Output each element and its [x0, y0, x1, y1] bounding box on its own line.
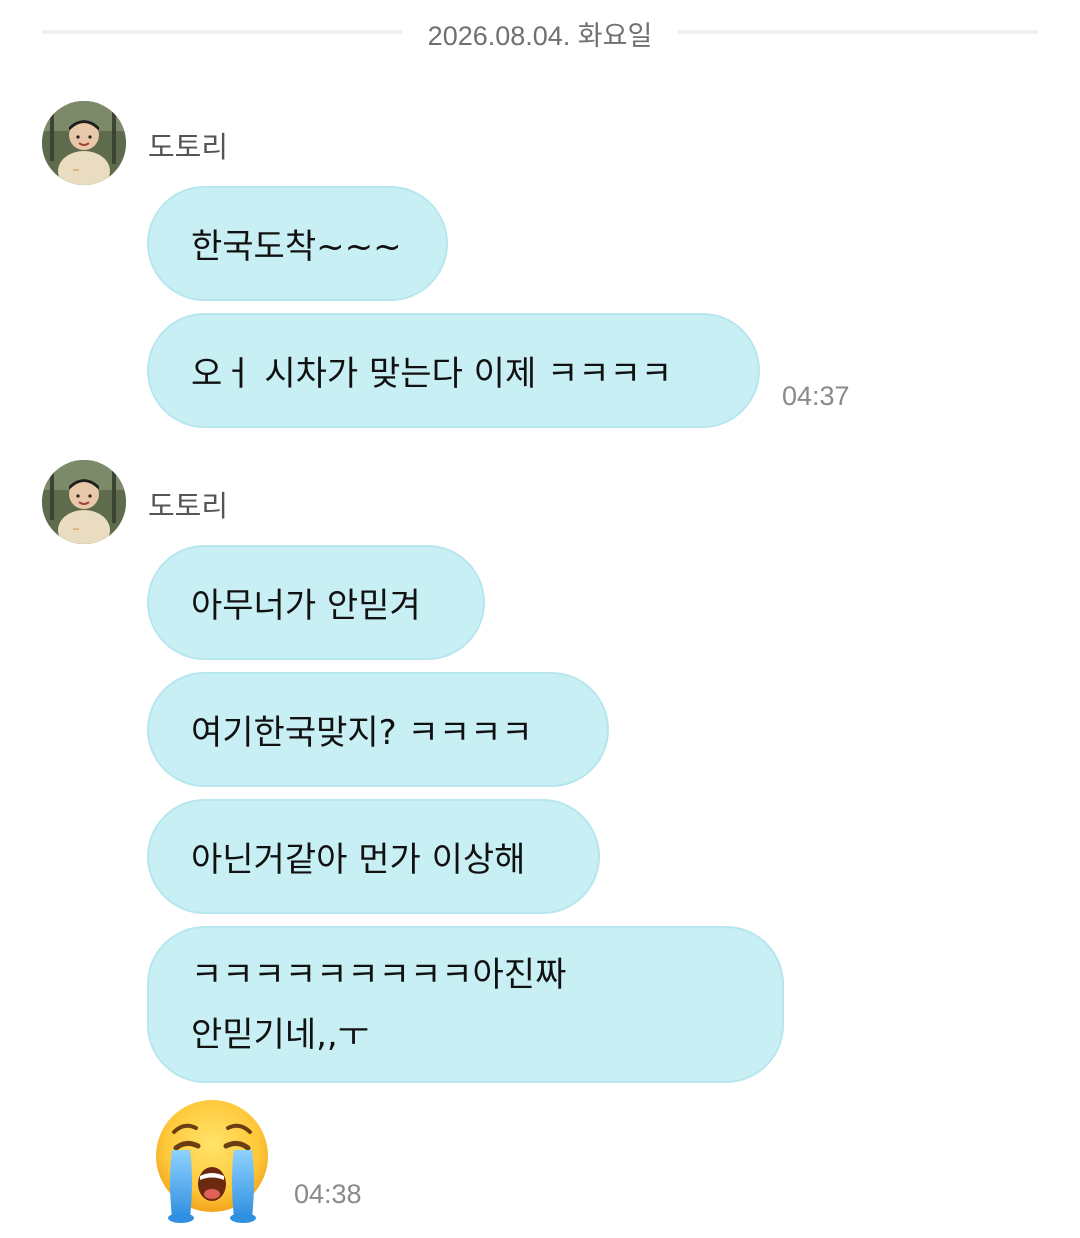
date-divider: 2026.08.04. 화요일: [0, 10, 1080, 54]
svg-text:~: ~: [72, 166, 80, 176]
message-bubble[interactable]: 아닌거같아 먼가 이상해: [147, 799, 600, 914]
loudly-crying-face-emoji-icon[interactable]: [150, 1100, 274, 1224]
message-bubble[interactable]: 오ㅓ 시차가 맞는다 이제 ㅋㅋㅋㅋ: [147, 313, 760, 428]
message-bubble[interactable]: ㅋㅋㅋㅋㅋㅋㅋㅋㅋ아진짜 안믿기네,,ㅜ: [147, 926, 784, 1083]
sender-avatar[interactable]: ~: [42, 460, 126, 544]
svg-text:~: ~: [72, 525, 80, 535]
message-text: 한국도착~~~: [191, 227, 402, 267]
message-time: 04:37: [782, 381, 850, 411]
date-divider-text: 2026.08.04. 화요일: [427, 21, 653, 51]
message-bubble[interactable]: 아무너가 안믿겨: [147, 545, 485, 660]
message-text: 아무너가 안믿겨: [191, 586, 421, 626]
message-bubble[interactable]: 여기한국맞지? ㅋㅋㅋㅋ: [147, 672, 609, 787]
message-text: 오ㅓ 시차가 맞는다 이제 ㅋㅋㅋㅋ: [191, 354, 673, 394]
sender-name: 도토리: [148, 130, 229, 164]
sender-name: 도토리: [148, 489, 229, 523]
sender-avatar[interactable]: ~: [42, 101, 126, 185]
message-text: 아닌거같아 먼가 이상해: [191, 840, 526, 880]
date-divider-line-right: [677, 30, 1038, 34]
message-text: 여기한국맞지? ㅋㅋㅋㅋ: [191, 713, 533, 753]
avatar-photo-icon: ~: [42, 101, 126, 185]
message-bubble[interactable]: 한국도착~~~: [147, 186, 448, 301]
message-time: 04:38: [294, 1179, 362, 1209]
avatar-photo-icon: ~: [42, 460, 126, 544]
date-divider-line-left: [42, 30, 403, 34]
message-text: ㅋㅋㅋㅋㅋㅋㅋㅋㅋ아진짜 안믿기네,,ㅜ: [191, 954, 567, 1055]
